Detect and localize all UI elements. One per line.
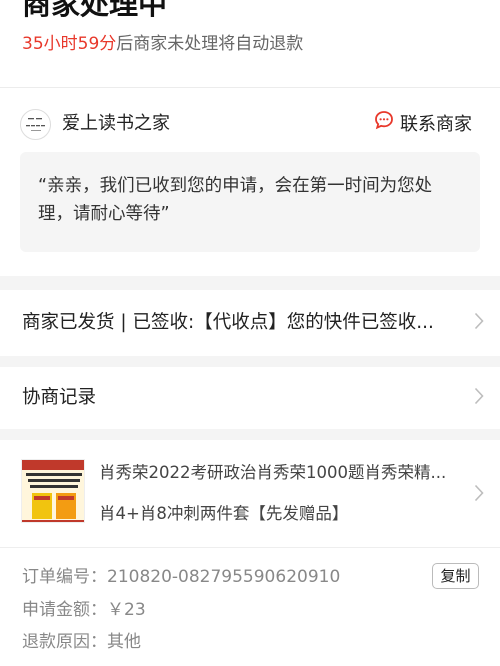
merchant-message: “亲亲，我们已收到您的申请，会在第一时间为您处理，请耐心等待” bbox=[20, 152, 480, 252]
refund-reason-value: 其他 bbox=[107, 632, 141, 652]
merchant-logo bbox=[20, 109, 51, 140]
countdown-suffix: 后商家未处理将自动退款 bbox=[116, 34, 304, 54]
negotiation-record-label: 协商记录 bbox=[22, 387, 97, 408]
order-card: 肖秀荣2022考研政治肖秀荣1000题肖秀荣精... 肖4+肖8冲刺两件套【先发… bbox=[0, 440, 500, 666]
countdown-line: 35小时59分后商家未处理将自动退款 bbox=[22, 31, 303, 57]
negotiation-record-row[interactable]: 协商记录 bbox=[0, 367, 500, 429]
product-thumbnail[interactable] bbox=[21, 459, 85, 523]
merchant-logo-mark bbox=[25, 117, 45, 131]
order-number-row: 订单编号：210820-082795590620910 bbox=[22, 564, 340, 590]
merchant-name: 爱上读书之家 bbox=[62, 113, 170, 134]
divider bbox=[0, 547, 500, 548]
contact-merchant-label: 联系商家 bbox=[400, 113, 472, 135]
logistics-row[interactable]: 商家已发货 | 已签收:【代收点】您的快件已签收... bbox=[0, 290, 500, 356]
order-number-label: 订单编号： bbox=[22, 567, 107, 587]
order-number-value: 210820-082795590620910 bbox=[107, 567, 341, 587]
chevron-right-icon bbox=[474, 387, 484, 409]
logistics-status-text: 商家已发货 | 已签收:【代收点】您的快件已签收... bbox=[22, 312, 434, 333]
divider bbox=[0, 87, 500, 88]
refund-reason-row: 退款原因：其他 bbox=[22, 629, 141, 655]
product-spec: 肖4+肖8冲刺两件套【先发赠品】 bbox=[99, 504, 349, 523]
chevron-right-icon bbox=[474, 312, 484, 334]
countdown-time: 35小时59分 bbox=[22, 34, 117, 54]
copy-order-number-button[interactable]: 复制 bbox=[432, 563, 479, 589]
refund-reason-label: 退款原因： bbox=[22, 632, 107, 652]
status-title: 商家处理中 bbox=[22, 0, 168, 21]
refund-amount-label: 申请金额： bbox=[22, 600, 107, 620]
refund-status-card: 商家处理中 35小时59分后商家未处理将自动退款 爱上读书之家 联系商家 “亲亲… bbox=[0, 0, 500, 276]
chat-bubble-icon bbox=[374, 110, 400, 139]
product-title[interactable]: 肖秀荣2022考研政治肖秀荣1000题肖秀荣精... bbox=[99, 460, 459, 486]
chevron-right-icon bbox=[474, 484, 484, 506]
refund-amount-row: 申请金额：￥23 bbox=[22, 597, 146, 623]
contact-merchant-button[interactable]: 联系商家 bbox=[374, 110, 472, 139]
refund-amount-value: ￥23 bbox=[107, 600, 146, 620]
